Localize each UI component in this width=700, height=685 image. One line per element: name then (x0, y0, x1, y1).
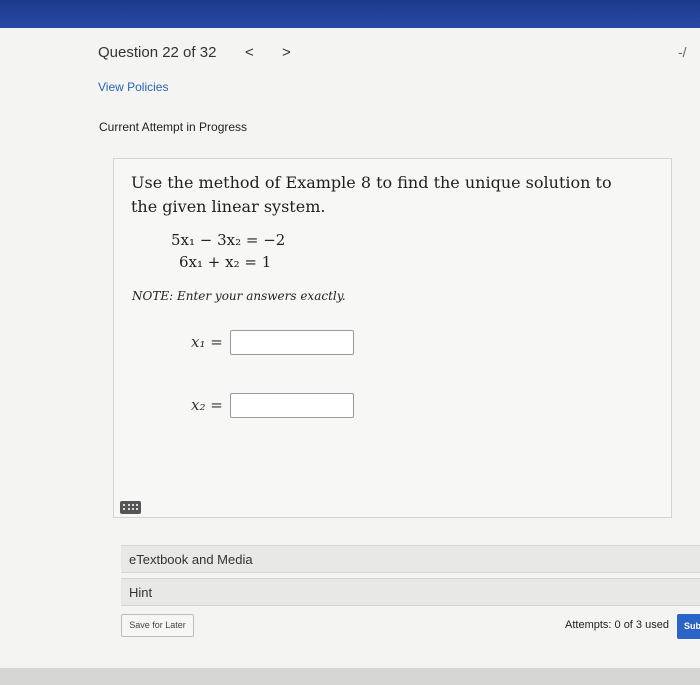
question-score: -/ (678, 44, 687, 60)
previous-question-button[interactable]: < (245, 44, 254, 61)
view-policies-link[interactable]: View Policies (98, 80, 168, 94)
attempt-status-label: Current Attempt in Progress (99, 120, 248, 134)
x1-answer-input[interactable] (230, 330, 354, 355)
top-navigation-bar (0, 0, 700, 28)
question-counter: Question 22 of 32 (98, 44, 217, 61)
x2-label: x₂ = (191, 396, 223, 414)
next-question-button[interactable]: > (282, 44, 291, 61)
window-bottom-edge (0, 668, 700, 685)
attempts-counter: Attempts: 0 of 3 used (565, 619, 669, 631)
keyboard-icon[interactable] (120, 501, 141, 514)
submit-answer-button[interactable]: Sub (677, 614, 700, 639)
answer-note: NOTE: Enter your answers exactly. (132, 289, 346, 303)
x1-label: x₁ = (191, 333, 223, 351)
equation-1: 5x₁ − 3x₂ = −2 (171, 231, 286, 249)
hint-toggle[interactable]: Hint (121, 578, 700, 606)
etextbook-and-media-toggle[interactable]: eTextbook and Media (121, 545, 700, 573)
save-for-later-button[interactable]: Save for Later (121, 614, 194, 637)
x2-answer-input[interactable] (230, 393, 354, 418)
equation-2: 6x₁ + x₂ = 1 (179, 253, 272, 271)
question-prompt: Use the method of Example 8 to find the … (131, 173, 612, 216)
question-navigation: Question 22 of 32 (98, 44, 216, 61)
question-card: Use the method of Example 8 to find the … (113, 158, 672, 518)
